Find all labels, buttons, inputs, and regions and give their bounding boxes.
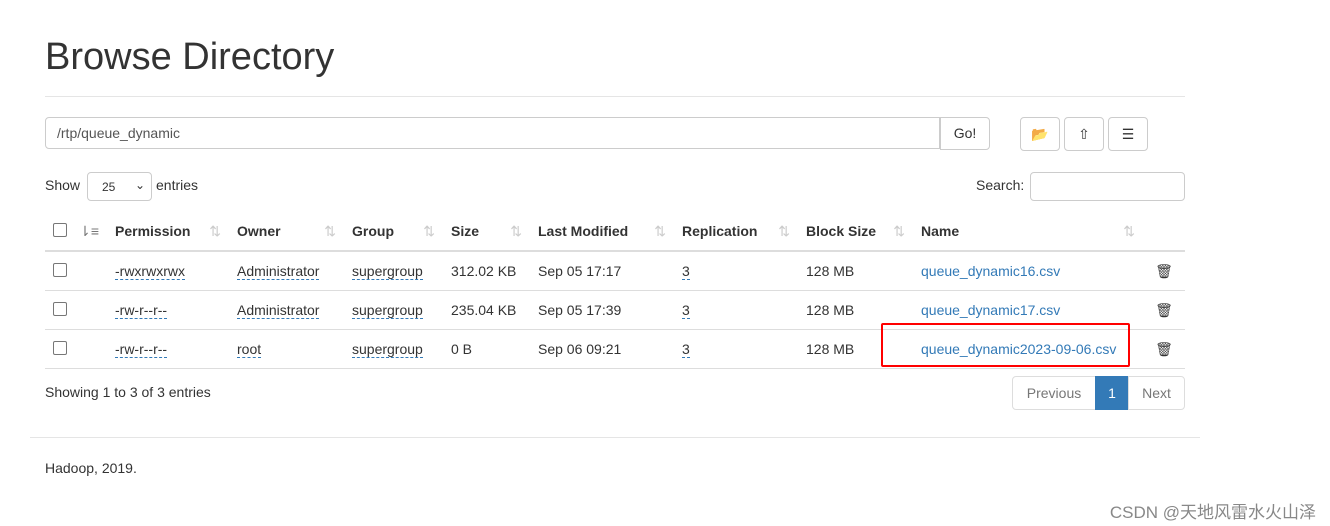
table-row: -rwxrwxrwx Administrator supergroup 312.… (45, 251, 1185, 291)
page-size-select[interactable]: 25 ⌄ (87, 172, 152, 201)
search-label: Search: (976, 177, 1025, 193)
col-name[interactable]: Name ⇅ (913, 212, 1143, 252)
sort-icon: ⇅ (209, 223, 221, 239)
file-link[interactable]: queue_dynamic16.csv (921, 263, 1060, 279)
sort-icon: ⇅ (324, 223, 336, 239)
page-1-button[interactable]: 1 (1095, 376, 1129, 410)
footer-text: Hadoop, 2019. (45, 460, 137, 476)
sort-icon: ⇅ (1123, 223, 1135, 239)
col-replication[interactable]: Replication ⇅ (674, 212, 798, 252)
select-all-header[interactable]: ⇂≡ (45, 212, 107, 252)
page-size-value: 25 (102, 180, 116, 194)
chevron-down-icon: ⌄ (134, 178, 145, 192)
page-title: Browse Directory (45, 36, 335, 78)
footer-divider (30, 437, 1200, 438)
owner: Administrator (237, 302, 320, 319)
trash-icon[interactable]: 🗑 (1155, 302, 1173, 318)
show-label: Show (45, 177, 81, 193)
divider (45, 96, 1185, 97)
highlight-box (881, 323, 1130, 367)
last-modified: Sep 05 17:17 (530, 251, 674, 291)
owner: root (237, 341, 262, 358)
entries-label: entries (156, 177, 199, 193)
size: 235.04 KB (443, 290, 530, 330)
folder-open-icon: 📂 (1031, 126, 1049, 142)
sort-icon: ⇂≡ (79, 222, 99, 239)
col-permission[interactable]: Permission ⇅ (107, 212, 229, 252)
last-modified: Sep 05 17:39 (530, 290, 674, 330)
sort-icon: ⇅ (893, 223, 905, 239)
file-link[interactable]: queue_dynamic17.csv (921, 302, 1060, 318)
search-input[interactable] (1030, 172, 1185, 201)
owner: Administrator (237, 263, 320, 280)
group: supergroup (352, 302, 423, 319)
row-checkbox[interactable] (53, 301, 67, 316)
upload-button[interactable]: ⇧ (1064, 117, 1104, 151)
permission[interactable]: -rw-r--r-- (115, 302, 168, 319)
group: supergroup (352, 341, 423, 358)
trash-icon[interactable]: 🗑 (1155, 341, 1173, 357)
trash-icon[interactable]: 🗑 (1155, 263, 1173, 279)
row-checkbox[interactable] (53, 340, 67, 355)
block-size: 128 MB (798, 251, 913, 291)
permission[interactable]: -rwxrwxrwx (115, 263, 185, 280)
last-modified: Sep 06 09:21 (530, 329, 674, 369)
size: 312.02 KB (443, 251, 530, 291)
sort-icon: ⇅ (510, 223, 522, 239)
list-icon: ☰ (1121, 126, 1135, 142)
sort-icon: ⇅ (423, 223, 435, 239)
upload-icon: ⇧ (1078, 126, 1090, 142)
replication[interactable]: 3 (682, 263, 690, 280)
sort-icon: ⇅ (778, 223, 790, 239)
permission[interactable]: -rw-r--r-- (115, 341, 168, 358)
cut-paste-button[interactable]: ☰ (1108, 117, 1148, 151)
replication[interactable]: 3 (682, 302, 690, 319)
next-button[interactable]: Next (1128, 376, 1185, 410)
select-all-checkbox[interactable] (53, 222, 67, 237)
row-checkbox[interactable] (53, 262, 67, 277)
path-input[interactable]: /rtp/queue_dynamic (45, 117, 940, 149)
col-last-modified[interactable]: Last Modified ⇅ (530, 212, 674, 252)
replication[interactable]: 3 (682, 341, 690, 358)
watermark: CSDN @天地风雷水火山泽 (1109, 503, 1316, 522)
table-info: Showing 1 to 3 of 3 entries (45, 384, 211, 400)
col-actions (1143, 212, 1185, 252)
create-directory-button[interactable]: 📂 (1020, 117, 1060, 151)
sort-icon: ⇅ (654, 223, 666, 239)
size: 0 B (443, 329, 530, 369)
col-block-size[interactable]: Block Size ⇅ (798, 212, 913, 252)
col-size[interactable]: Size ⇅ (443, 212, 530, 252)
previous-button[interactable]: Previous (1012, 376, 1096, 410)
col-group[interactable]: Group ⇅ (344, 212, 443, 252)
col-owner[interactable]: Owner ⇅ (229, 212, 344, 252)
group: supergroup (352, 263, 423, 280)
go-button[interactable]: Go! (940, 117, 990, 150)
